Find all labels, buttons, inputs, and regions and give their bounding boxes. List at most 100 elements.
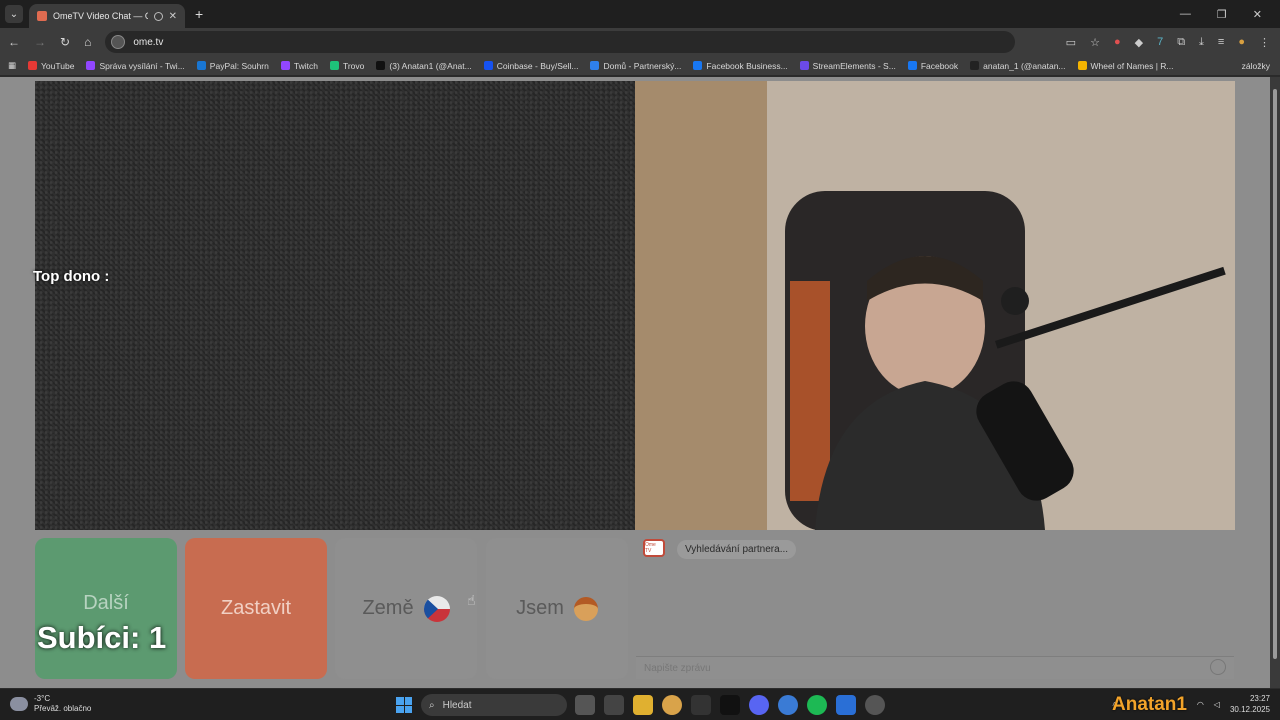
gender-button-label: Jsem — [516, 597, 564, 619]
bookmark-label: Domů - Partnerský... — [603, 60, 682, 71]
address-bar[interactable]: ome.tv — [105, 31, 1016, 53]
bookmark-favicon-icon — [590, 61, 600, 70]
store-icon[interactable] — [604, 695, 624, 715]
gender-button[interactable]: Jsem — [486, 538, 628, 679]
bookmark-favicon-icon — [1077, 61, 1087, 70]
tab-title: OmeTV Video Chat — Ome — [53, 11, 148, 21]
tab-search-icon[interactable]: ⌄ — [5, 5, 23, 23]
menu-kebab-icon[interactable]: ⋮ — [1259, 36, 1270, 49]
reload-icon[interactable]: ↻ — [60, 35, 70, 49]
shield-icon[interactable] — [836, 695, 856, 715]
stop-button-label: Zastavit — [220, 597, 292, 619]
emoji-icon[interactable] — [1210, 659, 1226, 675]
file-explorer-icon[interactable] — [633, 695, 653, 715]
bookmark-item[interactable]: Facebook — [907, 60, 959, 71]
bookmark-item[interactable]: YouTube — [28, 61, 74, 71]
taskbar-search[interactable]: ⌕ Hledat — [421, 694, 567, 716]
partner-video — [35, 81, 635, 530]
cloud-weather-icon — [10, 697, 28, 711]
minimize-icon[interactable]: — — [1180, 8, 1191, 21]
url-text: ome.tv — [133, 36, 164, 48]
cast-icon[interactable]: ▭ — [1066, 36, 1076, 49]
extension-icon[interactable]: ◆ — [1135, 36, 1143, 49]
close-window-icon[interactable]: ✕ — [1253, 8, 1262, 21]
country-button[interactable]: Země — [335, 538, 477, 679]
bookmark-item[interactable]: Facebook Business... — [693, 60, 788, 71]
app-icon[interactable] — [778, 695, 798, 715]
spotify-icon[interactable] — [807, 695, 827, 715]
streamer-name-overlay: Anatan1 — [1112, 694, 1187, 715]
home-icon[interactable]: ⌂ — [84, 35, 91, 49]
bookmark-favicon-icon — [329, 61, 339, 70]
back-icon[interactable]: ← — [8, 35, 20, 49]
task-view-icon[interactable] — [575, 695, 595, 715]
search-icon: ⌕ — [429, 699, 435, 711]
discord-icon[interactable] — [749, 695, 769, 715]
bookmark-label: (3) Anatan1 (@Anat... — [389, 60, 472, 71]
extension-icon[interactable]: 7 — [1157, 36, 1163, 49]
browser-tab[interactable]: OmeTV Video Chat — Ome ✕ — [29, 4, 185, 28]
bookmark-label: Facebook Business... — [706, 60, 788, 71]
bookmark-item[interactable]: Twitch — [280, 61, 318, 71]
webcam-person-image — [785, 191, 1226, 530]
bookmark-label: Facebook — [920, 60, 959, 71]
app-icon[interactable] — [691, 695, 711, 715]
extensions-puzzle-icon[interactable]: ⧉ — [1177, 36, 1185, 49]
bookmark-item[interactable]: PayPal: Souhrn — [196, 60, 269, 71]
tab-strip: ⌄ OmeTV Video Chat — Ome ✕ + — ❐ ✕ — [0, 0, 1280, 28]
bookmark-label: Wheel of Names | R... — [1090, 60, 1174, 71]
wifi-icon[interactable]: ◠ — [1197, 700, 1204, 709]
close-tab-icon[interactable]: ✕ — [169, 11, 177, 22]
media-icon[interactable]: ≡ — [1218, 36, 1224, 49]
bookmark-label: anatan_1 (@anatan... — [983, 60, 1066, 71]
bookmark-item[interactable]: Správa vysílání - Twi... — [86, 61, 185, 71]
site-info-icon[interactable] — [111, 35, 126, 49]
bookmark-item[interactable]: Domů - Partnerský... — [590, 61, 681, 71]
top-donor-label: Top dono : — [33, 268, 110, 285]
bookmark-favicon-icon — [799, 61, 809, 70]
czech-flag-icon — [423, 595, 450, 622]
scrollbar[interactable] — [1270, 77, 1280, 688]
stop-button[interactable]: Zastavit — [185, 538, 327, 679]
hand-cursor-icon: ☝ — [467, 592, 476, 608]
extension-icon[interactable]: ● — [1114, 36, 1121, 49]
date: 30.12.2025 — [1229, 705, 1270, 714]
recording-icon — [153, 11, 163, 21]
country-button-label: Země — [362, 597, 414, 619]
profile-avatar[interactable]: ● — [1238, 36, 1245, 49]
new-tab-icon[interactable]: + — [195, 6, 203, 22]
bookmark-item[interactable]: anatan_1 (@anatan... — [970, 60, 1066, 71]
time: 23:27 — [1249, 694, 1270, 703]
bookmark-label: StreamElements - S... — [812, 60, 896, 71]
bookmark-item[interactable]: Coinbase - Buy/Sell... — [483, 61, 578, 71]
ometv-favicon-icon — [37, 11, 47, 21]
download-icon[interactable]: ⤓ — [1199, 36, 1204, 49]
bookmark-item[interactable]: StreamElements - S... — [799, 60, 896, 71]
bookmark-favicon-icon — [280, 61, 290, 70]
volume-icon[interactable]: ◁ — [1214, 700, 1220, 709]
temperature: -3°C — [34, 694, 51, 703]
next-button[interactable]: Další — [35, 538, 177, 679]
chat-message-input[interactable]: Napište zprávu — [636, 656, 1234, 679]
bookmark-item[interactable]: (3) Anatan1 (@Anat... — [376, 60, 472, 71]
bookmark-label: PayPal: Souhrn — [209, 60, 269, 71]
bookmark-item[interactable]: Trovo — [329, 61, 364, 71]
forward-icon[interactable]: → — [34, 35, 46, 49]
bookmarks-bar: ▦ YouTube Správa vysílání - Twi... PayPal:… — [0, 56, 1280, 76]
restore-icon[interactable]: ❐ — [1217, 8, 1227, 21]
subscriber-count: Subíci: 1 — [37, 620, 167, 655]
ometv-logo-icon: Ome TV — [643, 539, 665, 557]
bookmark-favicon-icon — [86, 61, 96, 70]
chrome-icon[interactable] — [662, 695, 682, 715]
app-icon[interactable] — [865, 695, 885, 715]
all-bookmarks-folder[interactable]: záložky — [1242, 61, 1270, 71]
windows-start-icon[interactable] — [396, 697, 412, 713]
bookmark-star-icon[interactable]: ☆ — [1090, 36, 1100, 49]
clock[interactable]: 23:27 30.12.2025 — [1230, 693, 1270, 715]
scrollbar-thumb[interactable] — [1273, 89, 1277, 659]
app-icon[interactable] — [720, 695, 740, 715]
bookmark-item[interactable]: Wheel of Names | R... — [1077, 60, 1174, 71]
next-button-label: Další — [83, 592, 129, 614]
apps-grid-icon[interactable]: ▦ — [8, 60, 16, 71]
weather-widget[interactable]: -3°C Převāž. oblačno — [10, 694, 91, 714]
